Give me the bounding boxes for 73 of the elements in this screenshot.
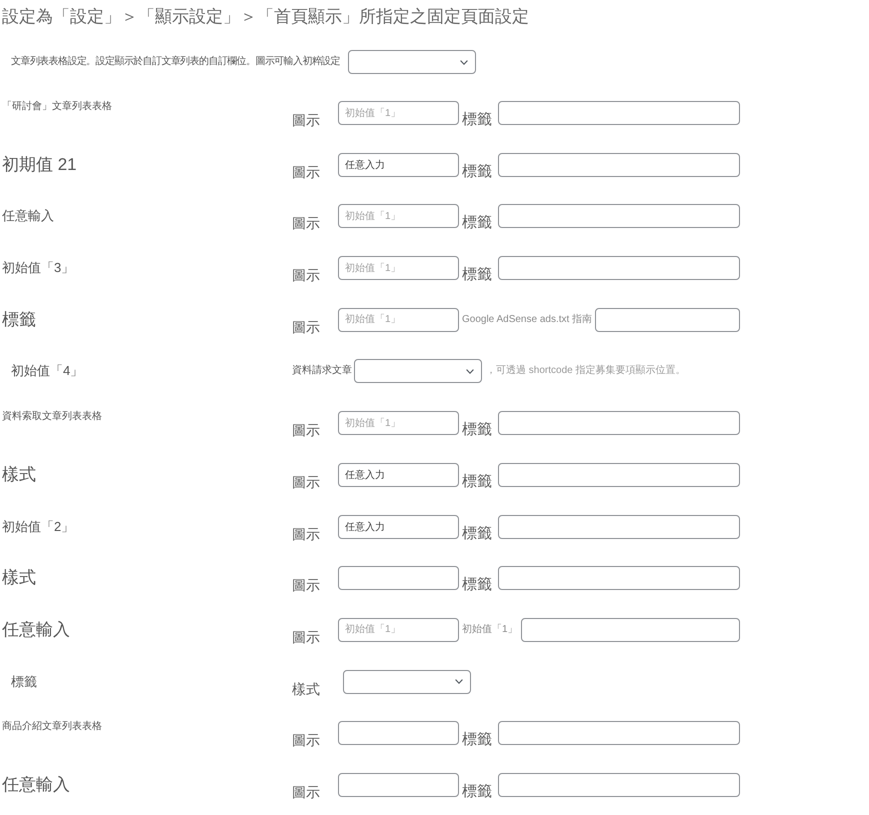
text-input[interactable]: 初始值「1」 [338, 411, 459, 436]
text-input[interactable] [338, 772, 459, 797]
field-label: 圖示 [292, 628, 320, 645]
field-label: 標籤 [462, 474, 492, 490]
dropdown-field[interactable] [348, 50, 476, 74]
row-label: 樣式 [2, 464, 36, 485]
field-label: 圖示 [292, 732, 320, 748]
field-label: 圖示 [292, 577, 320, 594]
field-label: 圖示 [292, 318, 320, 335]
text-input[interactable] [498, 514, 740, 538]
caret-icon [455, 679, 463, 684]
text-input[interactable] [498, 101, 740, 125]
field-label: 圖示 [292, 784, 320, 800]
text-input[interactable]: 初始值「1」 [338, 618, 459, 642]
section-heading: 「研討會」文章列表表格 [2, 101, 112, 113]
dropdown-field[interactable] [343, 670, 471, 694]
row-label: 初期值 21 [2, 154, 77, 175]
page-title: 設定為「設定」＞「顯示設定」＞「首頁顯示」所指定之固定頁面設定 [2, 7, 529, 27]
field-label: 標籤 [462, 267, 492, 284]
description-text: 文章列表表格設定。設定顯示於自訂文章列表的自訂欄位。圖示可輸入初粹設定 [11, 56, 340, 68]
field-label: 標籤 [462, 732, 492, 748]
row-label: 任意輸入 [2, 774, 70, 795]
text-input[interactable] [498, 204, 740, 228]
field-label: 圖示 [292, 215, 320, 232]
text-input[interactable]: 初始值「1」 [338, 256, 459, 280]
field-label: 圖示 [292, 164, 320, 180]
row-label: 初始值「4」 [11, 363, 84, 380]
field-label: 標籤 [462, 422, 492, 438]
section-heading: 資料索取文章列表表格 [2, 411, 102, 424]
text-input[interactable] [595, 308, 740, 332]
field-label: 標籤 [462, 164, 492, 180]
row-label: 初始值「3」 [2, 260, 74, 276]
field-label: 圖示 [292, 112, 320, 128]
dropdown-field[interactable] [354, 359, 482, 384]
row-label: 標籤 [11, 674, 37, 690]
field-label: 標籤 [462, 526, 492, 542]
hint-text: Google AdSense ads.txt 指南 [462, 314, 592, 326]
text-input[interactable]: 任意入力 [338, 514, 459, 538]
field-label: 圖示 [292, 422, 320, 438]
field-label: 圖示 [292, 526, 320, 542]
text-input[interactable] [498, 772, 740, 797]
text-input[interactable] [338, 566, 459, 590]
hint-text: 資料請求文章 [292, 365, 352, 378]
field-label: 標籤 [462, 112, 492, 128]
row-label: 樣式 [2, 568, 36, 588]
field-label: 標籤 [462, 215, 492, 232]
row-label: 任意輸入 [2, 208, 54, 224]
text-input[interactable]: 初始值「1」 [338, 101, 459, 125]
text-input[interactable]: 任意入力 [338, 152, 459, 177]
text-input[interactable] [498, 462, 740, 487]
text-input[interactable]: 初始值「1」 [338, 308, 459, 332]
text-input[interactable]: 初始值「1」 [338, 204, 459, 228]
text-input[interactable]: 任意入力 [338, 462, 459, 487]
text-input[interactable] [498, 721, 740, 746]
hint-text: 初始值「1」 [462, 624, 518, 636]
text-input[interactable] [498, 256, 740, 280]
field-label: 標籤 [462, 577, 492, 594]
text-input[interactable] [338, 721, 459, 746]
hint-text: ，可透過 shortcode 指定募集要項顯示位置。 [486, 365, 686, 378]
text-input[interactable] [498, 411, 740, 436]
field-label: 樣式 [292, 680, 320, 697]
text-input[interactable] [498, 152, 740, 177]
field-label: 標籤 [462, 784, 492, 800]
field-label: 圖示 [292, 474, 320, 490]
text-input[interactable] [520, 618, 740, 642]
text-input[interactable] [498, 566, 740, 590]
caret-icon [460, 60, 468, 64]
row-label: 初始值「2」 [2, 518, 74, 534]
row-label: 標籤 [2, 310, 36, 330]
field-label: 圖示 [292, 267, 320, 284]
section-heading: 商品介紹文章列表表格 [2, 721, 102, 734]
caret-icon [466, 368, 474, 374]
row-label: 任意輸入 [2, 620, 70, 640]
